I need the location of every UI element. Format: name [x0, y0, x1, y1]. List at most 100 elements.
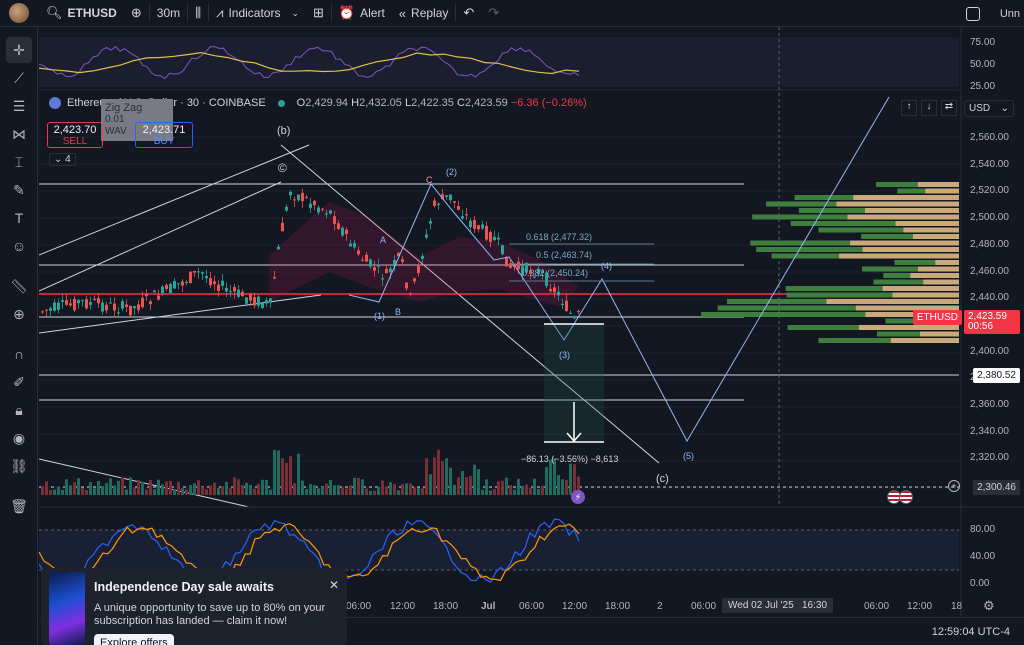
chart-type-button[interactable]: ⫼	[188, 0, 208, 27]
lightning-icon: ⚡︎	[571, 490, 585, 504]
close-icon[interactable]: ✕	[329, 578, 339, 592]
wave-b-small-label: B	[395, 307, 402, 317]
chart-canvas[interactable]	[39, 27, 1024, 617]
us-flag-icon	[899, 490, 913, 504]
symbol-search[interactable]: 🔍︎ ETHUSD	[39, 0, 124, 27]
trash-icon[interactable]: 🗑︎	[6, 493, 32, 519]
magnet-icon[interactable]: ∩	[6, 341, 32, 367]
status-dot-icon	[277, 99, 285, 107]
crosshair-icon[interactable]: ✛	[6, 37, 32, 63]
fib-382-label: 0.382 (2,450.24)	[522, 268, 589, 278]
wave-c-label: (c)	[656, 473, 669, 485]
crosshair-time-label: Wed 02 Jul '25 16:30	[722, 598, 834, 613]
redo-button[interactable]: ↷	[481, 0, 506, 27]
interval-button[interactable]: 30m	[150, 0, 187, 27]
add-alert-icon[interactable]: +	[948, 480, 960, 492]
price-tick: 2,540.00	[970, 158, 1009, 170]
price-tick: 2,480.00	[970, 238, 1009, 250]
osc-bottom-tick: 80.00	[970, 524, 996, 535]
line-2380-tag: 2,380.52	[973, 368, 1020, 383]
arrow-up-icon[interactable]: ↑	[901, 100, 917, 116]
wave-4-label: (4)	[601, 261, 612, 271]
ohlc-values: O2,429.94 H2,432.05 L2,422.35 C2,423.59 …	[296, 97, 587, 109]
wave-1-label: (1)	[374, 311, 385, 321]
alarm-clock-icon: ⏰	[338, 5, 356, 20]
user-menu-label[interactable]: Unn	[1000, 8, 1020, 20]
clock[interactable]: 12:59:04 UTC-4	[932, 626, 1010, 638]
osc-bottom-band	[39, 530, 959, 570]
rewind-icon: «	[398, 5, 407, 21]
grid-icon: ⊞	[313, 5, 324, 20]
trendline-icon[interactable]: ⟋	[6, 65, 32, 91]
indicators-icon: ⩘	[216, 5, 224, 20]
price-tick: 2,400.00	[970, 345, 1009, 357]
replay-label: Replay	[411, 6, 449, 20]
measure-tool-icon[interactable]: ⌶	[6, 149, 32, 175]
osc-top-tick: 50.00	[970, 59, 996, 70]
drawing-toolbar: ✛ ⟋ ☰ ⋈ ⌶ ✎ T ☺ 📏︎ ⊕ ∩ ✐ 🔒︎ ◉ ⛓ 🗑︎	[0, 27, 38, 645]
currency-selector[interactable]: USD ⌄	[964, 100, 1014, 117]
link-icon[interactable]: ⛓	[6, 453, 32, 479]
sell-button[interactable]: 2,423.70 SELL	[47, 122, 103, 148]
lock-drawing-icon[interactable]: ✐	[6, 369, 32, 395]
fullscreen-icon[interactable]	[965, 6, 980, 21]
wave-c-small-label: C	[426, 175, 433, 185]
promo-title: Independence Day sale awaits	[94, 580, 274, 594]
indicators-button[interactable]: ⩘ Indicators ⌄	[209, 0, 306, 27]
restore-icon[interactable]: ⇄	[941, 100, 957, 116]
volume-bars	[41, 449, 580, 495]
pattern-icon[interactable]: ⋈	[6, 121, 32, 147]
wave-5-label: (5)	[683, 451, 694, 461]
settings-gear-icon[interactable]: ⚙	[983, 598, 995, 614]
undo-button[interactable]: ↶	[456, 0, 481, 27]
wave-a-label: A	[380, 235, 387, 245]
chart-area[interactable]: Ethereum / U.S. Dollar · 30 · COINBASE O…	[39, 27, 1024, 617]
text-tool-icon[interactable]: T	[6, 205, 32, 231]
chevron-down-icon: ⌄	[291, 7, 300, 18]
interval-label: 30m	[156, 6, 181, 20]
avatar[interactable]	[9, 3, 29, 23]
explore-offers-button[interactable]: Explore offers	[94, 634, 174, 645]
layouts-button[interactable]: ⊞	[306, 0, 331, 27]
brush-icon[interactable]: ✎	[6, 177, 32, 203]
compare-button[interactable]: ⊕	[124, 0, 149, 27]
price-tick: 2,460.00	[970, 265, 1009, 277]
eth-icon	[49, 97, 61, 109]
buy-button[interactable]: 2,423.71 BUY	[135, 122, 193, 148]
horizontal-lines-icon[interactable]: ☰	[6, 93, 32, 119]
ruler-icon[interactable]: 📏︎	[6, 273, 32, 299]
price-tick: 2,320.00	[970, 452, 1009, 464]
top-toolbar: 🔍︎ ETHUSD ⊕ 30m ⫼ ⩘ Indicators ⌄ ⊞ ⏰ Ale…	[0, 0, 1024, 27]
indicators-label: Indicators	[228, 6, 281, 20]
last-price-tag: ETHUSD	[912, 310, 962, 325]
lock-icon[interactable]: 🔒︎	[6, 397, 32, 423]
search-icon: 🔍︎	[46, 5, 63, 20]
fib-500-label: 0.5 (2,463.74)	[536, 250, 593, 260]
fib-618-label: 0.618 (2,477.32)	[526, 232, 593, 242]
price-tick: 2,500.00	[970, 212, 1009, 224]
arrow-down-icon[interactable]: ↓	[921, 100, 937, 116]
osc-top-band	[39, 37, 959, 87]
alert-button[interactable]: ⏰ Alert	[332, 0, 392, 27]
indicator-count-toggle[interactable]: ⌄ 4	[49, 153, 76, 166]
last-price-value: 2,423.59 00:56	[964, 310, 1020, 334]
price-tick: 2,520.00	[970, 185, 1009, 197]
replay-button[interactable]: « Replay	[392, 0, 456, 27]
osc-top-tick: 75.00	[970, 37, 996, 48]
osc-bottom-tick: 0.00	[970, 578, 990, 589]
wave-b-label: (b)	[277, 125, 291, 137]
emoji-icon[interactable]: ☺	[6, 233, 32, 259]
price-tick: 2,360.00	[970, 399, 1009, 410]
promo-body: A unique opportunity to save up to 80% o…	[94, 602, 326, 627]
osc-bottom-tick: 40.00	[970, 551, 996, 562]
eye-icon[interactable]: ◉	[6, 425, 32, 451]
line-2300-tag: 2,300.46	[973, 480, 1020, 495]
symbol-label: ETHUSD	[67, 6, 117, 20]
price-tick: 2,560.00	[970, 132, 1009, 143]
promo-art-image	[49, 572, 85, 645]
promo-toast: Independence Day sale awaits A unique op…	[41, 568, 347, 645]
undo-icon: ↶	[463, 5, 475, 20]
chevron-down-icon: ⌄	[1000, 103, 1009, 114]
wave-3-label: (3)	[559, 350, 570, 360]
zoom-in-icon[interactable]: ⊕	[6, 301, 32, 327]
